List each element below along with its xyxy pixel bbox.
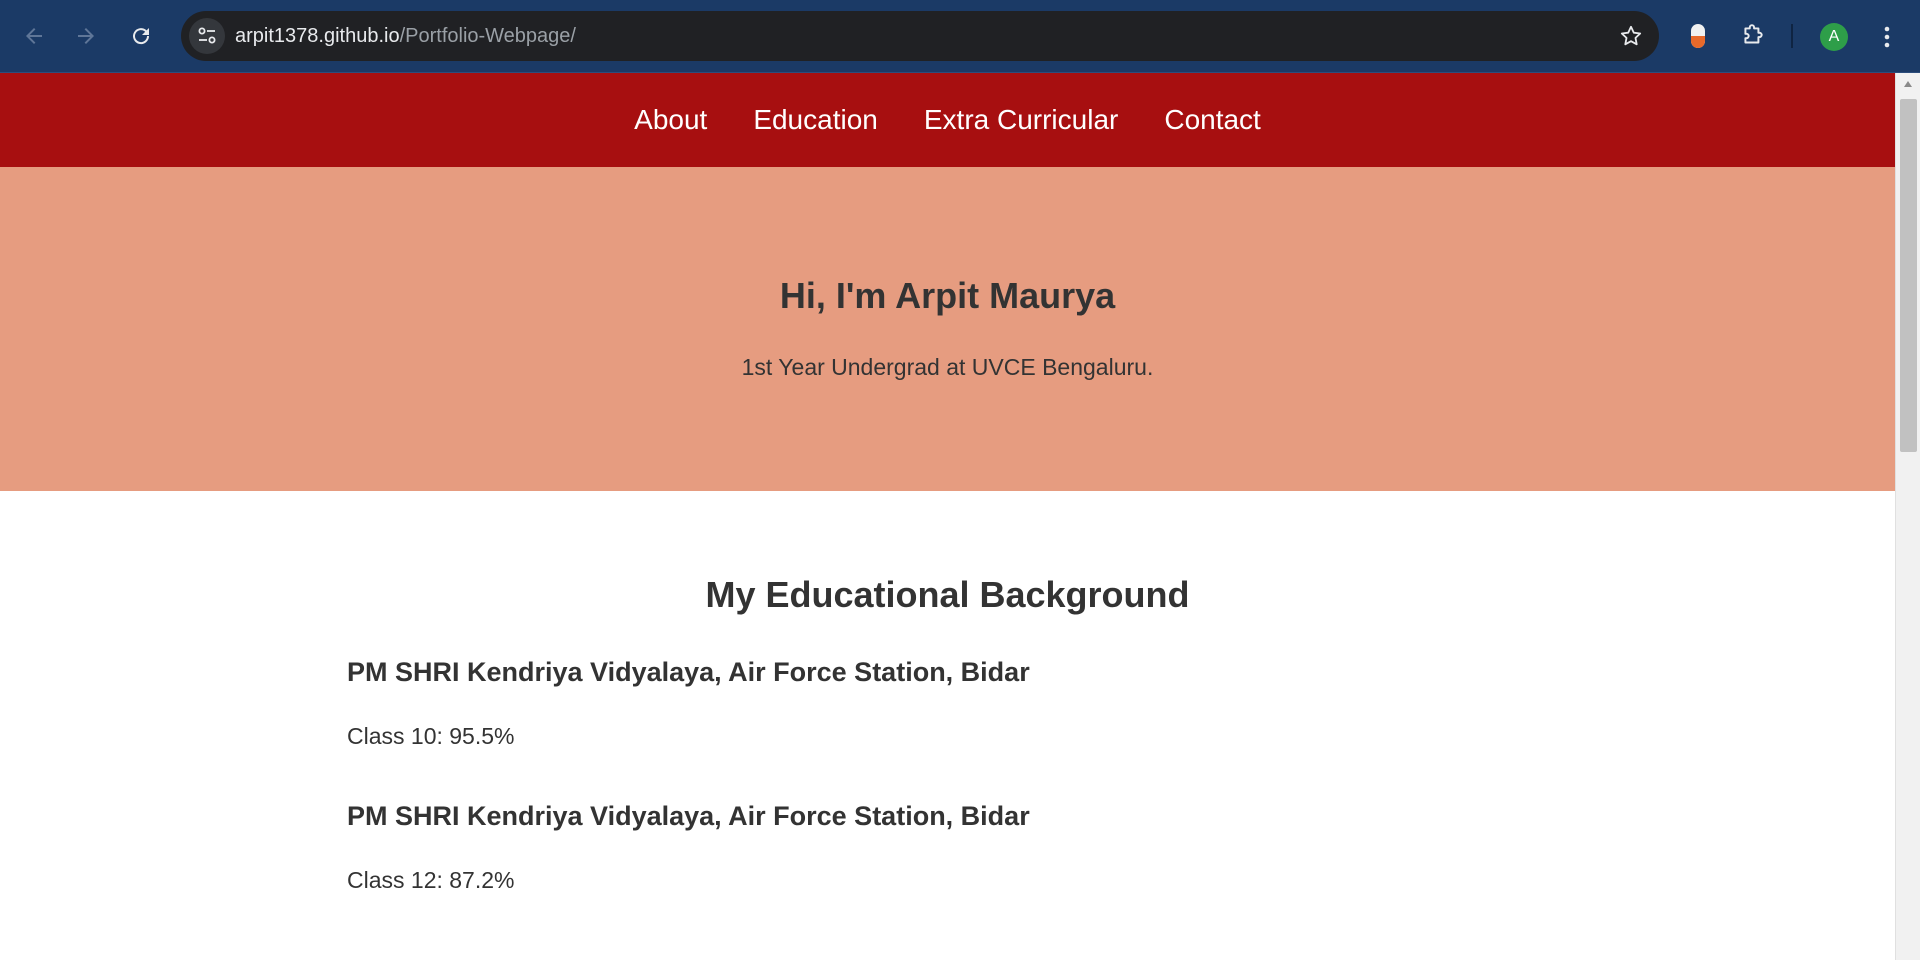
education-heading: My Educational Background (705, 574, 1190, 615)
vertical-scrollbar[interactable] (1895, 73, 1920, 960)
hero-subtitle: 1st Year Undergrad at UVCE Bengaluru. (741, 354, 1154, 380)
page-viewport: About Education Extra Curricular Contact… (0, 73, 1895, 960)
capsule-extension-button[interactable] (1680, 18, 1716, 54)
nav-link-contact[interactable]: Contact (1164, 104, 1261, 136)
scrollbar-thumb[interactable] (1900, 99, 1917, 452)
site-info-button[interactable] (189, 18, 225, 54)
url-path: /Portfolio-Webpage/ (399, 25, 576, 47)
education-school-name: PM SHRI Kendriya Vidyalaya, Air Force St… (347, 657, 1030, 687)
nav-link-about[interactable]: About (634, 104, 707, 136)
education-score: Class 12: 87.2% (347, 867, 515, 893)
tune-icon (198, 27, 216, 44)
arrow-left-icon (26, 28, 42, 44)
hero-section: Hi, I'm Arpit Maurya 1st Year Undergrad … (0, 167, 1895, 491)
browser-menu-button[interactable] (1872, 20, 1902, 54)
profile-avatar[interactable]: A (1820, 23, 1848, 51)
browser-toolbar: arpit1378.github.io/Portfolio-Webpage/ A (0, 0, 1920, 73)
star-icon[interactable] (1619, 24, 1643, 48)
back-button[interactable] (12, 14, 56, 58)
extensions-button[interactable] (1735, 18, 1771, 54)
nav-link-education[interactable]: Education (753, 104, 878, 136)
hero-title: Hi, I'm Arpit Maurya (779, 275, 1116, 316)
capsule-extension-icon (1691, 24, 1705, 48)
toolbar-divider (1791, 24, 1793, 48)
url-host: arpit1378.github.io (235, 25, 400, 47)
forward-button[interactable] (64, 14, 108, 58)
reload-button[interactable] (119, 14, 163, 58)
reload-icon (133, 28, 150, 45)
arrow-right-icon (78, 28, 94, 44)
nav-link-extra-curricular[interactable]: Extra Curricular (924, 104, 1118, 136)
education-score: Class 10: 95.5% (347, 723, 515, 749)
url-text[interactable]: arpit1378.github.io/Portfolio-Webpage/ (235, 24, 576, 48)
site-navbar: About Education Extra Curricular Contact (0, 73, 1895, 167)
address-bar[interactable]: arpit1378.github.io/Portfolio-Webpage/ (181, 11, 1659, 61)
scroll-up-arrow[interactable] (1896, 73, 1920, 95)
kebab-menu-icon (1884, 26, 1890, 48)
education-school-name: PM SHRI Kendriya Vidyalaya, Air Force St… (347, 801, 1030, 831)
scroll-up-icon (1904, 81, 1912, 87)
puzzle-icon (1744, 24, 1763, 44)
